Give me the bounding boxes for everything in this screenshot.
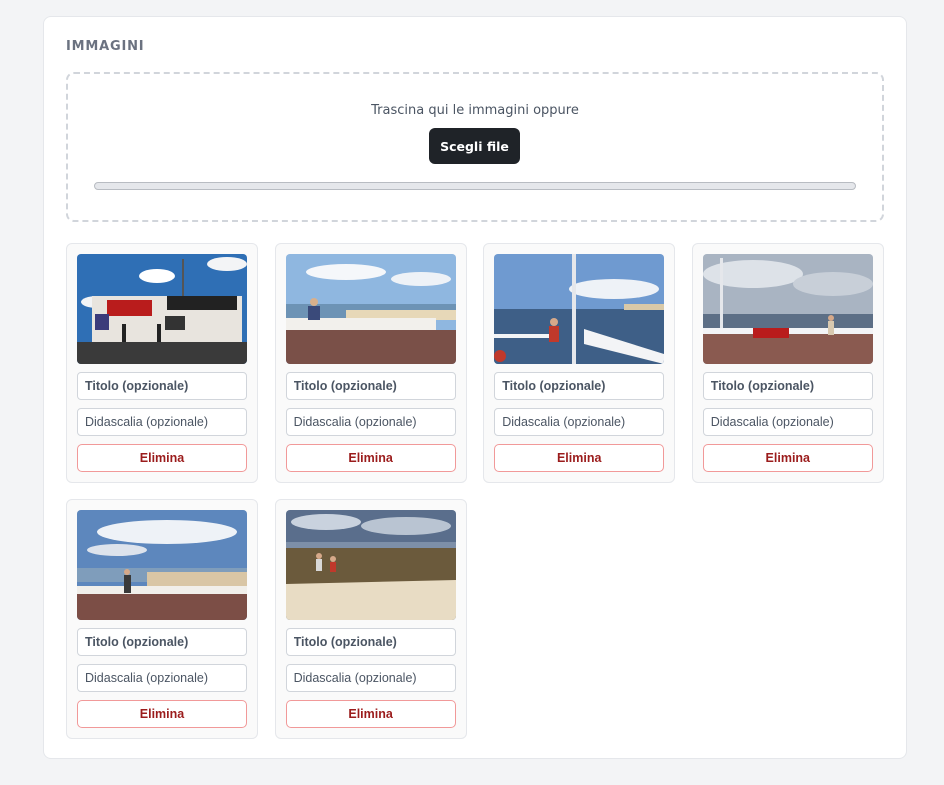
images-panel: IMMAGINI Trascina qui le immagini oppure… — [43, 16, 907, 759]
image-title-input[interactable] — [702, 372, 873, 400]
photo-dune — [285, 510, 456, 620]
upload-dropzone[interactable]: Trascina qui le immagini oppure Scegli f… — [66, 72, 884, 222]
photo-seawall — [285, 254, 456, 364]
image-caption-input[interactable] — [702, 408, 873, 436]
delete-image-button[interactable]: Elimina — [285, 444, 456, 472]
image-title-input[interactable] — [494, 372, 665, 400]
dropzone-text: Trascina qui le immagini oppure — [371, 103, 579, 118]
delete-image-button[interactable]: Elimina — [285, 700, 456, 728]
image-caption-input[interactable] — [77, 408, 247, 436]
image-caption-input[interactable] — [285, 664, 456, 692]
image-caption-input[interactable] — [77, 664, 247, 692]
image-grid: Elimina Elimina — [66, 243, 884, 739]
image-title-input[interactable] — [77, 628, 247, 656]
delete-image-button[interactable]: Elimina — [494, 444, 665, 472]
image-thumbnail[interactable] — [285, 510, 456, 620]
image-thumbnail[interactable] — [285, 254, 456, 364]
delete-image-button[interactable]: Elimina — [702, 444, 873, 472]
image-thumbnail[interactable] — [702, 254, 873, 364]
photo-kiosk — [77, 254, 247, 364]
image-thumbnail[interactable] — [494, 254, 665, 364]
image-thumbnail[interactable] — [77, 254, 247, 364]
image-title-input[interactable] — [285, 628, 456, 656]
photo-pier — [494, 254, 665, 364]
image-card: Elimina — [483, 243, 676, 483]
section-title: IMMAGINI — [66, 39, 145, 54]
image-card: Elimina — [691, 243, 884, 483]
image-card: Elimina — [66, 499, 258, 739]
upload-progress-bar — [94, 182, 856, 190]
delete-image-button[interactable]: Elimina — [77, 444, 247, 472]
image-card: Elimina — [66, 243, 258, 483]
image-card: Elimina — [274, 499, 467, 739]
photo-seaside — [77, 510, 247, 620]
choose-file-button[interactable]: Scegli file — [429, 128, 520, 164]
image-caption-input[interactable] — [285, 408, 456, 436]
photo-bench — [702, 254, 873, 364]
image-caption-input[interactable] — [494, 408, 665, 436]
delete-image-button[interactable]: Elimina — [77, 700, 247, 728]
image-title-input[interactable] — [285, 372, 456, 400]
image-title-input[interactable] — [77, 372, 247, 400]
image-card: Elimina — [274, 243, 467, 483]
image-thumbnail[interactable] — [77, 510, 247, 620]
